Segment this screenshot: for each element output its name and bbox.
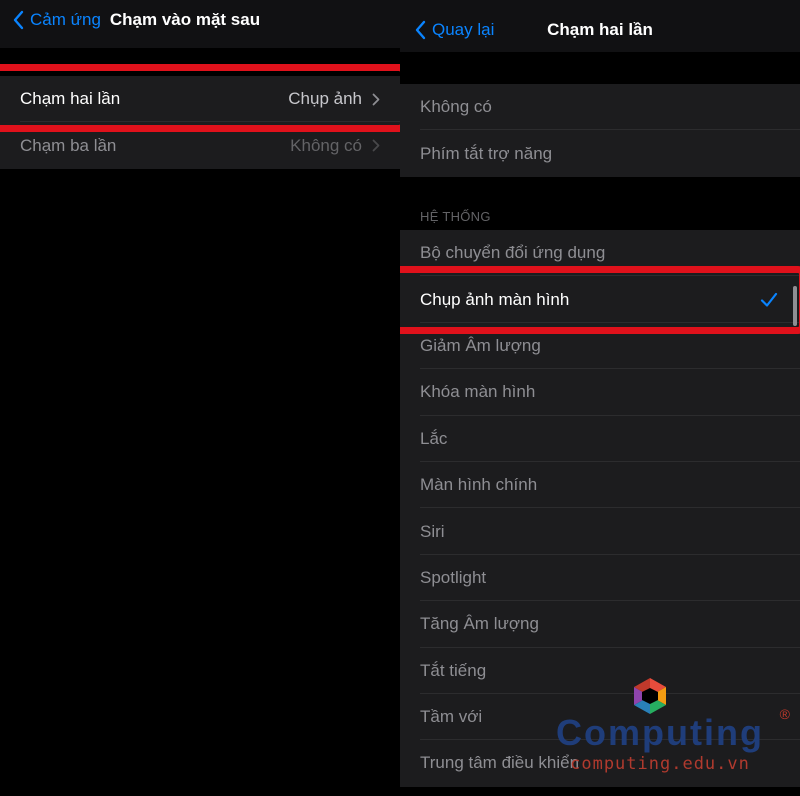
status-strip [400,0,800,8]
navigation-bar: Quay lại Chạm hai lần [400,8,800,52]
row-label: Khóa màn hình [420,382,536,402]
navigation-bar: Cảm ứng Chạm vào mặt sau [0,0,400,48]
option-screenshot[interactable]: Chụp ảnh màn hình [400,276,800,323]
option-accessibility-shortcut[interactable]: Phím tắt trợ năng [400,130,800,176]
option-volume-up[interactable]: Tăng Âm lượng [400,601,800,648]
option-volume-down[interactable]: Giảm Âm lượng [400,323,800,370]
chevron-right-icon [372,93,380,106]
row-label: Chạm hai lần [20,89,121,109]
triple-tap-row[interactable]: Chạm ba lần Không có [0,122,400,168]
watermark: Computing ® computing.edu.vn [540,676,790,786]
section-header: HỆ THỐNG [420,209,491,224]
row-label: Chụp ảnh màn hình [420,289,570,309]
tap-options-group: Chạm hai lần Chụp ảnh Chạm ba lần Không … [0,76,400,169]
row-label: Không có [420,97,492,117]
row-label: Siri [420,521,445,541]
row-label: Bộ chuyển đổi ứng dụng [420,243,606,263]
option-spotlight[interactable]: Spotlight [400,555,800,602]
row-label: Màn hình chính [420,475,538,495]
option-shake[interactable]: Lắc [400,416,800,462]
chevron-right-icon [372,139,380,152]
watermark-brand: Computing [556,712,764,753]
registered-mark: ® [779,706,790,722]
option-siri[interactable]: Siri [400,508,800,555]
row-label: Chạm ba lần [20,135,117,155]
row-value: Không có [290,135,362,155]
row-label: Lắc [420,428,448,448]
watermark-url: computing.edu.vn [570,754,750,774]
option-app-switcher[interactable]: Bộ chuyển đổi ứng dụng [400,230,800,277]
row-label: Giảm Âm lượng [420,335,541,355]
row-label: Tầm với [420,707,483,727]
page-title: Chạm hai lần [547,20,653,39]
checkmark-icon [760,292,778,307]
double-tap-row[interactable]: Chạm hai lần Chụp ảnh [0,76,400,123]
option-none[interactable]: Không có [400,84,800,131]
page-title: Chạm vào mặt sau [109,10,261,29]
scrollbar[interactable] [793,286,797,326]
row-label: Tăng Âm lượng [420,614,539,634]
option-home-screen[interactable]: Màn hình chính [400,462,800,509]
top-options-group: Không có Phím tắt trợ năng [400,84,800,177]
row-label: Spotlight [420,567,487,587]
computing-logo-icon [634,678,666,714]
option-lock-screen[interactable]: Khóa màn hình [400,369,800,416]
row-label: Tắt tiếng [420,660,487,680]
row-value: Chụp ảnh [288,89,362,109]
touch-back-screen: Cảm ứng Chạm vào mặt sau Chạm hai lần Ch… [0,0,400,796]
row-label: Phím tắt trợ năng [420,143,553,163]
